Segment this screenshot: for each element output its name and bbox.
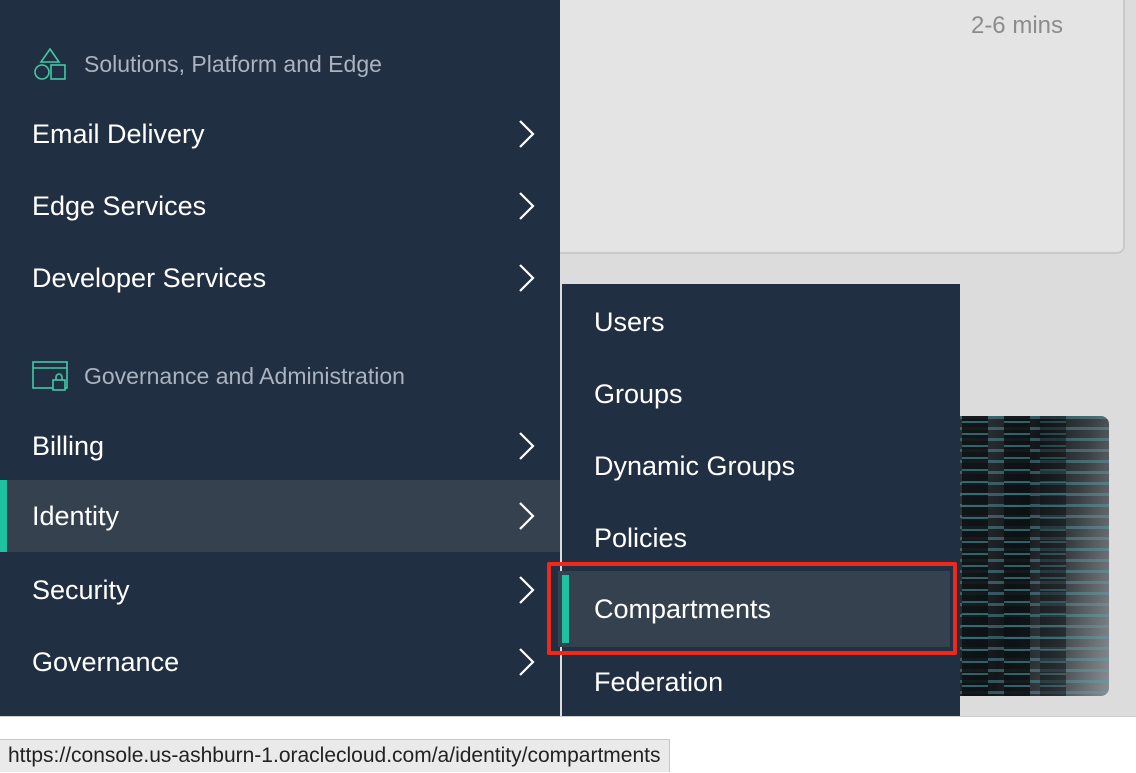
menu-item-label: Billing xyxy=(32,430,105,461)
chevron-right-icon xyxy=(519,192,535,220)
submenu-item-federation[interactable]: Federation xyxy=(562,646,960,718)
menu-item-label: Security xyxy=(32,574,130,605)
chevron-right-icon xyxy=(519,502,535,530)
submenu-item-label: Federation xyxy=(594,666,724,697)
menu-item-label: Edge Services xyxy=(32,190,207,221)
submenu-item-compartments[interactable]: Compartments xyxy=(558,571,950,647)
menu-item-billing[interactable]: Billing xyxy=(0,410,560,482)
menu-item-label: Developer Services xyxy=(32,262,267,293)
admin-window-lock-icon xyxy=(32,361,68,391)
submenu-item-label: Dynamic Groups xyxy=(594,450,796,481)
submenu-item-groups[interactable]: Groups xyxy=(562,358,960,430)
menu-item-label: Governance xyxy=(32,646,180,677)
submenu-item-dynamic-groups[interactable]: Dynamic Groups xyxy=(562,430,960,502)
submenu-item-label: Compartments xyxy=(594,593,772,624)
submenu-item-users[interactable]: Users xyxy=(562,286,960,358)
section-title: Governance and Administration xyxy=(84,362,405,389)
chevron-right-icon xyxy=(519,432,535,460)
section-title: Solutions, Platform and Edge xyxy=(84,50,382,77)
menu-item-governance[interactable]: Governance xyxy=(0,626,560,698)
chevron-right-icon xyxy=(519,648,535,676)
submenu-item-label: Users xyxy=(594,306,665,337)
menu-item-identity[interactable]: Identity xyxy=(0,480,560,552)
submenu-item-label: Groups xyxy=(594,378,683,409)
navigation-menu: Solutions, Platform and Edge Email Deliv… xyxy=(0,0,560,716)
identity-submenu: Users Groups Dynamic Groups Policies Com… xyxy=(558,284,960,718)
menu-item-security[interactable]: Security xyxy=(0,554,560,626)
section-header-solutions: Solutions, Platform and Edge xyxy=(32,44,382,84)
menu-item-label: Email Delivery xyxy=(32,118,205,149)
menu-item-edge-services[interactable]: Edge Services xyxy=(0,170,560,242)
chevron-right-icon xyxy=(519,120,535,148)
menu-item-email-delivery[interactable]: Email Delivery xyxy=(0,98,560,170)
menu-item-label: Identity xyxy=(32,500,120,531)
status-bar-url: https://console.us-ashburn-1.oraclecloud… xyxy=(0,739,670,772)
submenu-item-label: Policies xyxy=(594,522,688,553)
shapes-icon xyxy=(34,47,66,80)
background-card: 2-6 mins xyxy=(540,0,1125,254)
duration-label: 2-6 mins xyxy=(970,12,1063,39)
chevron-right-icon xyxy=(519,264,535,292)
chevron-right-icon xyxy=(519,576,535,604)
submenu-item-policies[interactable]: Policies xyxy=(562,502,960,574)
menu-item-developer-services[interactable]: Developer Services xyxy=(0,242,560,314)
section-header-governance-admin: Governance and Administration xyxy=(32,356,405,396)
